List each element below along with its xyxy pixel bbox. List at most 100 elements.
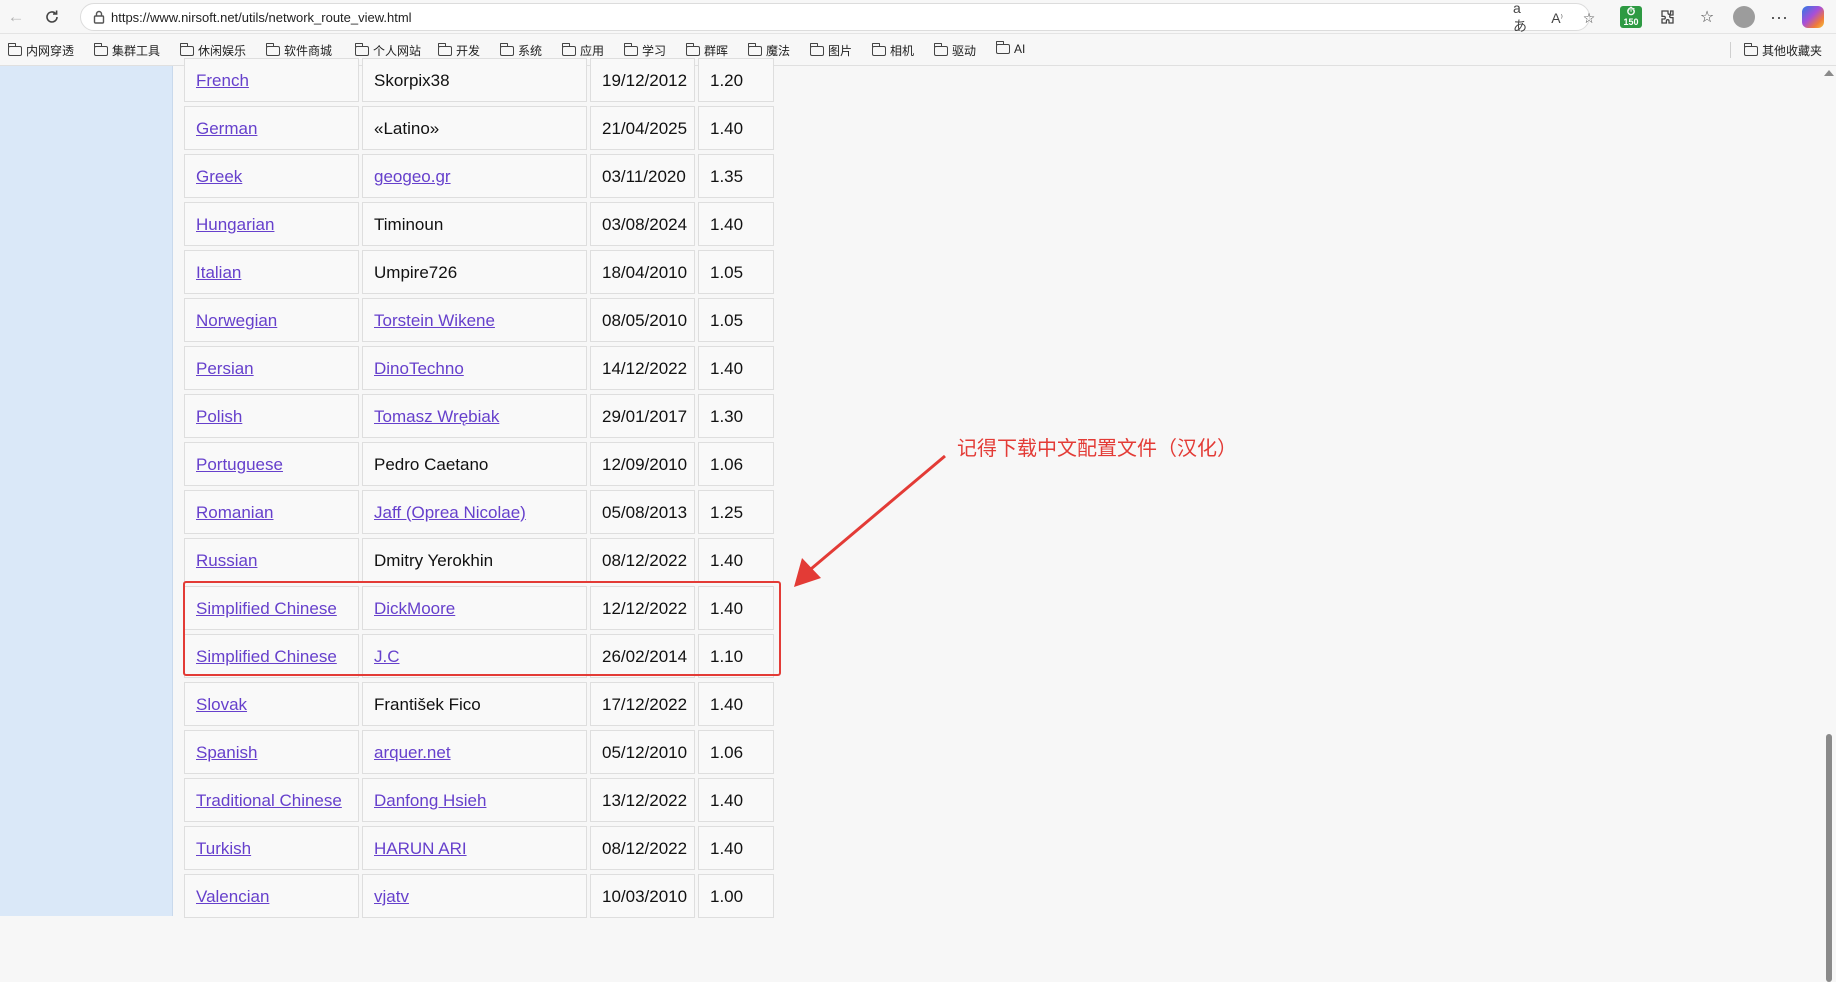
version-cell-text: 1.40 (710, 215, 744, 234)
language-cell-link[interactable]: Valencian (196, 887, 269, 906)
date-cell: 05/08/2013 (590, 490, 695, 534)
language-cell-link[interactable]: Romanian (196, 503, 274, 522)
language-cell-link[interactable]: Persian (196, 359, 254, 378)
translator-cell-link[interactable]: vjatv (374, 887, 409, 906)
bookmark-label: 图片 (828, 44, 853, 58)
folder-icon (685, 42, 700, 56)
version-cell-text: 1.25 (710, 503, 744, 522)
language-cell-link[interactable]: Greek (196, 167, 242, 186)
folder-icon (871, 42, 886, 56)
bookmark-label: 个人网站 (373, 44, 422, 58)
url-text[interactable]: https://www.nirsoft.net/utils/network_ro… (111, 10, 412, 25)
bookmark-folder[interactable]: 驱动 (933, 42, 977, 59)
bookmark-folder[interactable]: 图片 (809, 42, 853, 59)
translator-cell-link[interactable]: DinoTechno (374, 359, 464, 378)
bookmark-folder-other[interactable]: 其他收藏夹 (1743, 42, 1823, 59)
bookmark-folder[interactable]: 学习 (623, 42, 666, 59)
bookmark-folder[interactable]: 相机 (871, 42, 914, 59)
language-cell-link[interactable]: Hungarian (196, 215, 274, 234)
extension-badge-count: 150 (1623, 17, 1639, 27)
version-cell-text: 1.05 (710, 263, 744, 282)
bookmark-folder[interactable]: 集群工具 (93, 42, 160, 59)
bookmark-folder[interactable]: 软件商城 (265, 42, 332, 59)
version-cell-text: 1.20 (710, 71, 744, 90)
refresh-icon[interactable] (40, 5, 64, 29)
translator-cell: Pedro Caetano (362, 442, 587, 486)
extension-counter-icon[interactable]: ⏱ 150 (1620, 6, 1642, 28)
url-field[interactable]: https://www.nirsoft.net/utils/network_ro… (80, 0, 1595, 34)
avatar[interactable] (1733, 6, 1755, 28)
version-cell-text: 1.06 (710, 455, 744, 474)
bookmark-label: 休闲娱乐 (198, 44, 247, 58)
bookmark-folder[interactable]: 休闲娱乐 (179, 42, 247, 59)
bookmark-folder[interactable]: 内网穿透 (7, 42, 75, 59)
read-aloud-icon[interactable]: A ⁾ (1547, 8, 1567, 28)
language-cell-link[interactable]: Traditional Chinese (196, 791, 342, 810)
bookmark-label: 其他收藏夹 (1762, 44, 1823, 58)
version-cell-text: 1.40 (710, 695, 744, 714)
address-bar-area: ← https://www.nirsoft.net/utils/network_… (0, 0, 1836, 34)
bookmark-folder[interactable]: 开发 (437, 42, 481, 59)
date-cell: 21/04/2025 (590, 106, 695, 150)
star-icon[interactable]: ☆ (1579, 8, 1599, 28)
translate-icon[interactable]: aあ (1513, 0, 1533, 34)
language-cell: Romanian (184, 490, 359, 534)
language-cell-link[interactable]: French (196, 71, 249, 90)
language-cell-link[interactable]: Russian (196, 551, 257, 570)
favorites-icon[interactable]: ☆ (1695, 5, 1719, 29)
language-cell-link[interactable]: Portuguese (196, 455, 283, 474)
translator-cell-text: Dmitry Yerokhin (374, 551, 494, 570)
scrollbar[interactable] (1822, 66, 1836, 982)
version-cell: 1.40 (698, 106, 774, 150)
bookmark-folder[interactable]: 群晖 (685, 42, 728, 59)
translator-cell-link[interactable]: Danfong Hsieh (374, 791, 486, 810)
bookmark-folder[interactable]: 魔法 (747, 42, 790, 59)
scrollbar-thumb[interactable] (1826, 734, 1832, 982)
scroll-up-arrow-icon[interactable] (1824, 70, 1834, 76)
bookmark-label: 驱动 (952, 44, 977, 58)
language-cell-link[interactable]: German (196, 119, 257, 138)
version-cell-text: 1.40 (710, 791, 744, 810)
translator-cell: HARUN ARI (362, 826, 587, 870)
back-arrow-icon[interactable]: ← (4, 5, 28, 29)
language-cell-link[interactable]: Turkish (196, 839, 251, 858)
date-cell-text: 03/08/2024 (602, 215, 688, 234)
bookmark-folder[interactable]: AI (995, 41, 1025, 56)
date-cell: 03/11/2020 (590, 154, 695, 198)
folder-icon (265, 42, 280, 56)
version-cell-text: 1.40 (710, 551, 744, 570)
language-cell-link[interactable]: Spanish (196, 743, 257, 762)
folder-icon (623, 42, 638, 56)
language-cell-link[interactable]: Slovak (196, 695, 247, 714)
more-icon[interactable]: ··· (1767, 5, 1791, 29)
bookmark-label: 内网穿透 (26, 44, 75, 58)
language-cell-link[interactable]: Norwegian (196, 311, 277, 330)
translator-cell: «Latino» (362, 106, 587, 150)
language-cell-link[interactable]: Polish (196, 407, 242, 426)
translator-cell-link[interactable]: Torstein Wikene (374, 311, 495, 330)
translator-cell-link[interactable]: HARUN ARI (374, 839, 467, 858)
language-cell: Russian (184, 538, 359, 582)
translator-cell: Jaff (Oprea Nicolae) (362, 490, 587, 534)
date-cell: 08/05/2010 (590, 298, 695, 342)
translator-cell: Tomasz Wrębiak (362, 394, 587, 438)
highlight-box (183, 581, 781, 676)
version-cell: 1.00 (698, 874, 774, 918)
bookmark-label: 开发 (456, 44, 481, 58)
date-cell-text: 03/11/2020 (602, 167, 686, 186)
language-cell: Hungarian (184, 202, 359, 246)
date-cell: 18/04/2010 (590, 250, 695, 294)
lock-icon[interactable] (93, 10, 105, 29)
translator-cell-link[interactable]: Tomasz Wrębiak (374, 407, 499, 426)
language-cell-link[interactable]: Italian (196, 263, 241, 282)
puzzle-icon[interactable] (1655, 5, 1679, 29)
copilot-icon[interactable] (1802, 6, 1824, 28)
date-cell-text: 18/04/2010 (602, 263, 688, 282)
bookmark-folder[interactable]: 个人网站 (354, 42, 422, 59)
bookmark-folder[interactable]: 应用 (561, 42, 604, 59)
translator-cell-link[interactable]: arquer.net (374, 743, 451, 762)
translator-cell-text: František Fico (374, 695, 481, 714)
bookmark-folder[interactable]: 系统 (499, 42, 542, 59)
translator-cell-link[interactable]: Jaff (Oprea Nicolae) (374, 503, 526, 522)
translator-cell-link[interactable]: geogeo.gr (374, 167, 451, 186)
